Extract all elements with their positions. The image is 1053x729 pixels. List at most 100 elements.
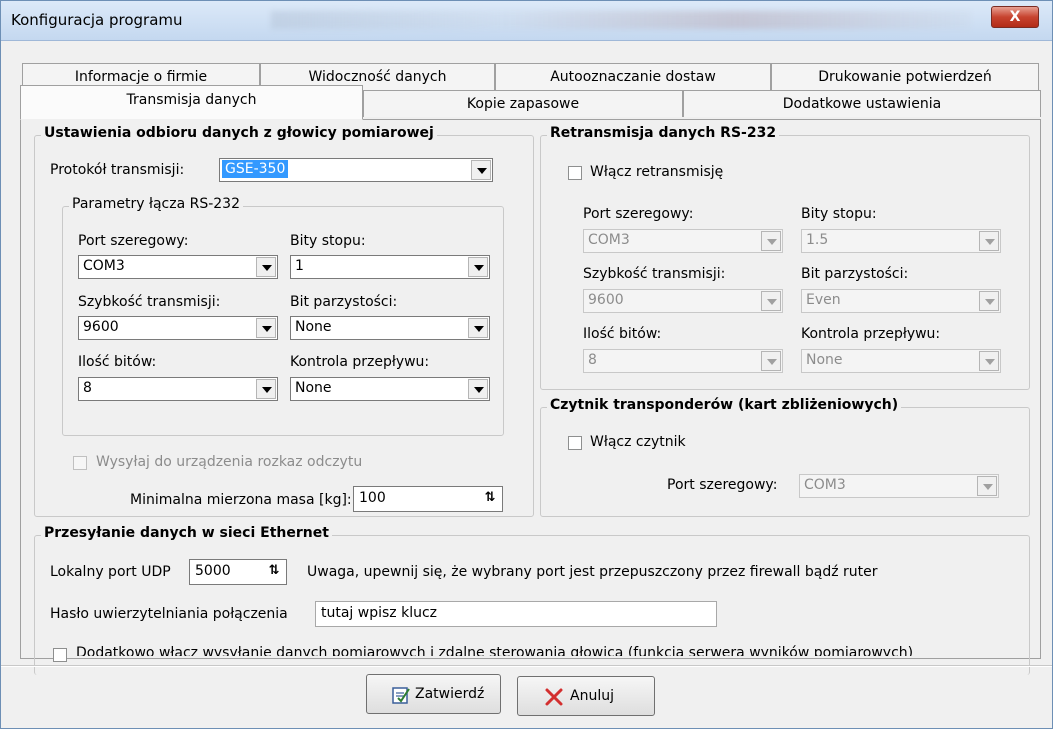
reader-group: Czytnik transponderów (kart zbliżeniowyc… [540,397,1030,517]
rt-flow-value: None [806,352,843,368]
chevron-down-icon[interactable] [468,257,488,277]
config-window: Konfiguracja programu X Informacje o fir… [0,0,1053,729]
rt-speed-select[interactable]: 9600 [583,289,783,313]
databits-label: Ilość bitów: [78,354,157,370]
databits-value: 8 [83,380,92,396]
reader-port-select[interactable]: COM3 [799,474,999,498]
reader-port-label: Port szeregowy: [667,477,778,493]
receive-settings-group: Ustawienia odbioru danych z głowicy pomi… [34,125,534,517]
tab-dodatkowe-ustawienia[interactable]: Dodatkowe ustawienia [683,90,1041,117]
parity-select[interactable]: None [290,316,490,340]
speed-value: 9600 [83,319,119,335]
protocol-select[interactable]: GSE-350 [219,158,493,182]
spin-updown-icon[interactable]: ⇅ [480,489,500,509]
retransmit-group: Retransmisja danych RS-232 Włącz retrans… [540,125,1030,390]
rt-parity-select[interactable]: Even [801,289,1001,313]
stopbits-value: 1 [295,258,304,274]
send-read-cmd-label: Wysyłaj do urządzenia rozkaz odczytu [96,454,363,470]
password-value: tutaj wpisz klucz [321,605,438,621]
password-input[interactable]: tutaj wpisz klucz [315,601,717,627]
cancel-button[interactable]: Anuluj [517,676,655,716]
min-mass-value: 100 [359,490,386,506]
retransmit-enable-checkbox[interactable] [568,166,582,180]
parity-label: Bit parzystości: [290,294,398,310]
protocol-label: Protokół transmisji: [50,162,185,178]
tab-autooznaczanie-dostaw[interactable]: Autooznaczanie dostaw [495,63,771,90]
chevron-down-icon[interactable] [979,291,999,311]
rt-speed-label: Szybkość transmisji: [583,266,726,282]
chevron-down-icon[interactable] [761,291,781,311]
port-value: COM3 [83,258,125,274]
speed-select[interactable]: 9600 [78,316,278,340]
chevron-down-icon[interactable] [761,231,781,251]
udp-port-value: 5000 [195,563,231,579]
rt-databits-label: Ilość bitów: [583,326,662,342]
chevron-down-icon[interactable] [256,379,276,399]
chevron-down-icon[interactable] [761,351,781,371]
password-label: Hasło uwierzytelniania połączenia [50,606,288,622]
reader-title: Czytnik transponderów (kart zbliżeniowyc… [547,397,902,413]
spin-updown-icon[interactable]: ⇅ [264,562,284,582]
chevron-down-icon[interactable] [468,318,488,338]
rt-speed-value: 9600 [588,292,624,308]
rt-databits-select[interactable]: 8 [583,349,783,373]
tab-panel-transmisja: Ustawienia odbioru danych z głowicy pomi… [20,119,1041,675]
flow-select[interactable]: None [290,377,490,401]
send-read-cmd-checkbox[interactable] [73,456,87,470]
receive-settings-title: Ustawienia odbioru danych z głowicy pomi… [41,125,437,141]
min-mass-spinner[interactable]: 100 ⇅ [353,486,503,512]
close-x-icon [544,687,564,707]
tab-kopie-zapasowe[interactable]: Kopie zapasowe [363,90,683,117]
footer-separator [1,665,1052,667]
rt-parity-value: Even [806,292,841,308]
port-select[interactable]: COM3 [78,255,278,279]
udp-port-label: Lokalny port UDP [50,564,171,580]
rt-stopbits-select[interactable]: 1.5 [801,229,1001,253]
rt-port-value: COM3 [588,232,630,248]
flow-label: Kontrola przepływu: [290,354,430,370]
protocol-value: GSE-350 [222,160,289,178]
stopbits-label: Bity stopu: [290,233,366,249]
chevron-down-icon[interactable] [979,351,999,371]
chevron-down-icon[interactable] [256,257,276,277]
rt-stopbits-value: 1.5 [806,232,829,248]
chevron-down-icon[interactable] [979,231,999,251]
rs232-params-group: Parametry łącza RS-232 Port szeregowy: C… [62,196,504,436]
tab-transmisja-danych[interactable]: Transmisja danych [20,85,363,120]
rt-flow-label: Kontrola przepływu: [801,326,941,342]
udp-port-spinner[interactable]: 5000 ⇅ [189,559,287,585]
cancel-label: Anuluj [570,688,614,704]
chevron-down-icon[interactable] [468,379,488,399]
ethernet-group: Przesyłanie danych w sieci Ethernet Loka… [34,525,1030,675]
rs232-params-title: Parametry łącza RS-232 [69,196,243,212]
databits-select[interactable]: 8 [78,377,278,401]
rt-stopbits-label: Bity stopu: [801,206,877,222]
rt-flow-select[interactable]: None [801,349,1001,373]
tab-drukowanie-potwierdzen[interactable]: Drukowanie potwierdzeń [771,63,1039,90]
ok-label: Zatwierdź [415,686,485,702]
rt-parity-label: Bit parzystości: [801,266,909,282]
chevron-down-icon[interactable] [471,160,491,180]
port-label: Port szeregowy: [78,233,189,249]
confirm-document-icon [391,685,411,705]
udp-warning-text: Uwaga, upewnij się, że wybrany port jest… [307,564,878,580]
stopbits-select[interactable]: 1 [290,255,490,279]
chevron-down-icon[interactable] [256,318,276,338]
server-enable-checkbox[interactable] [53,648,67,662]
server-enable-label: Dodatkowo włącz wysyłanie danych pomiaro… [76,645,914,656]
reader-port-value: COM3 [804,477,846,493]
retransmit-title: Retransmisja danych RS-232 [547,125,780,141]
blurred-background-region [271,11,971,29]
rt-port-select[interactable]: COM3 [583,229,783,253]
flow-value: None [295,380,332,396]
ethernet-title: Przesyłanie danych w sieci Ethernet [41,525,332,541]
ok-button[interactable]: Zatwierdź [366,674,501,714]
chevron-down-icon[interactable] [977,476,997,496]
rt-port-label: Port szeregowy: [583,206,694,222]
parity-value: None [295,319,332,335]
title-bar[interactable]: Konfiguracja programu X [1,1,1052,41]
rt-databits-value: 8 [588,352,597,368]
reader-enable-checkbox[interactable] [568,436,582,450]
close-button[interactable]: X [991,6,1039,28]
speed-label: Szybkość transmisji: [78,294,221,310]
